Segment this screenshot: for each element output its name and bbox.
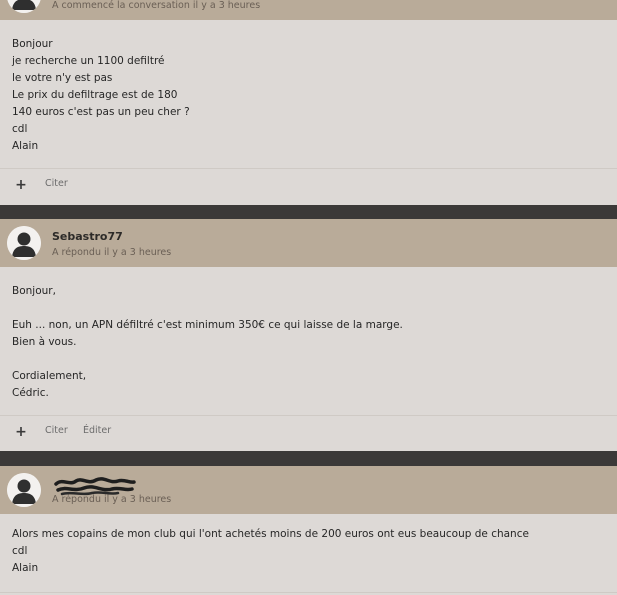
post-line: Alors mes copains de mon club qui l'ont …	[12, 528, 529, 540]
post-header: A commencé la conversation il y a 3 heur…	[0, 0, 617, 20]
post-meta: A répondu il y a 3 heures	[52, 247, 172, 258]
post-line	[12, 351, 605, 368]
quote-button[interactable]: Citer	[45, 425, 68, 436]
post-header: A répondu il y a 3 heures	[0, 466, 617, 514]
post-line: je recherche un 1100 defiltré	[12, 55, 165, 67]
post-line: le votre n'y est pas	[12, 72, 113, 84]
post-body: Bonjour je recherche un 1100 defiltré le…	[0, 20, 617, 165]
quote-button[interactable]: Citer	[45, 178, 68, 189]
post-header: Sebastro77 A répondu il y a 3 heures	[0, 219, 617, 267]
post-line: Bonjour,	[12, 285, 56, 297]
post-body: Alors mes copains de mon club qui l'ont …	[0, 514, 617, 587]
avatar[interactable]	[7, 0, 41, 13]
post-meta: A commencé la conversation il y a 3 heur…	[52, 0, 261, 11]
user-silhouette-icon	[7, 226, 41, 260]
avatar[interactable]	[7, 473, 41, 507]
post-1: A commencé la conversation il y a 3 heur…	[0, 0, 617, 205]
post-line: Bonjour	[12, 38, 53, 50]
post-line: cdl	[12, 545, 28, 557]
post-line: Bien à vous.	[12, 336, 77, 348]
post-footer: + Citer	[0, 168, 617, 199]
post-3: A répondu il y a 3 heures Alors mes copa…	[0, 466, 617, 595]
post-body: Bonjour, Euh ... non, un APN défiltré c'…	[0, 267, 617, 412]
post-line: Cordialement,	[12, 370, 87, 382]
post-line: 140 euros c'est pas un peu cher ?	[12, 106, 190, 118]
post-line: Alain	[12, 562, 39, 574]
edit-button[interactable]: Éditer	[83, 425, 111, 436]
post-divider	[0, 592, 617, 593]
post-line: Cédric.	[12, 387, 49, 399]
post-footer: + Citer Éditer	[0, 415, 617, 446]
post-line: cdl	[12, 123, 28, 135]
avatar[interactable]	[7, 226, 41, 260]
post-line: Euh ... non, un APN défiltré c'est minim…	[12, 319, 403, 331]
plus-button[interactable]: +	[12, 177, 30, 193]
post-line: Alain	[12, 140, 39, 152]
post-line: Le prix du defiltrage est de 180	[12, 89, 178, 101]
post-author[interactable]: Sebastro77	[52, 230, 123, 243]
post-line	[12, 300, 605, 317]
user-silhouette-icon	[7, 473, 41, 507]
user-silhouette-icon	[7, 0, 41, 13]
plus-button[interactable]: +	[12, 424, 30, 440]
post-2: Sebastro77 A répondu il y a 3 heures Bon…	[0, 219, 617, 451]
post-meta: A répondu il y a 3 heures	[52, 494, 172, 505]
